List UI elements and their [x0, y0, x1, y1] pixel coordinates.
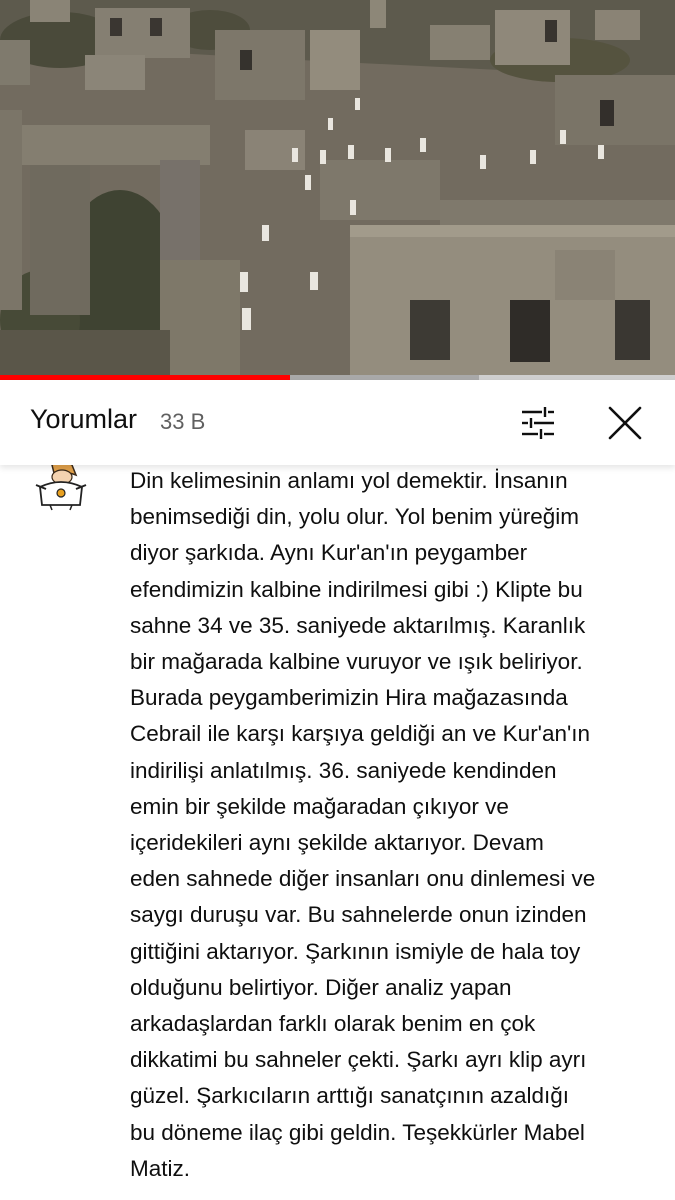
video-frame-ruins	[0, 0, 675, 375]
sliders-icon	[522, 407, 554, 439]
filter-button[interactable]	[516, 402, 558, 444]
comments-header: Yorumlar 33 B	[0, 380, 675, 465]
comments-title: Yorumlar	[30, 404, 138, 434]
comment-text: Din kelimesinin anlamı yol demektir. İns…	[130, 468, 596, 1181]
comments-count: 33 B	[160, 409, 206, 434]
video-player[interactable]	[0, 0, 675, 375]
close-icon	[608, 406, 642, 440]
close-button[interactable]	[604, 402, 646, 444]
